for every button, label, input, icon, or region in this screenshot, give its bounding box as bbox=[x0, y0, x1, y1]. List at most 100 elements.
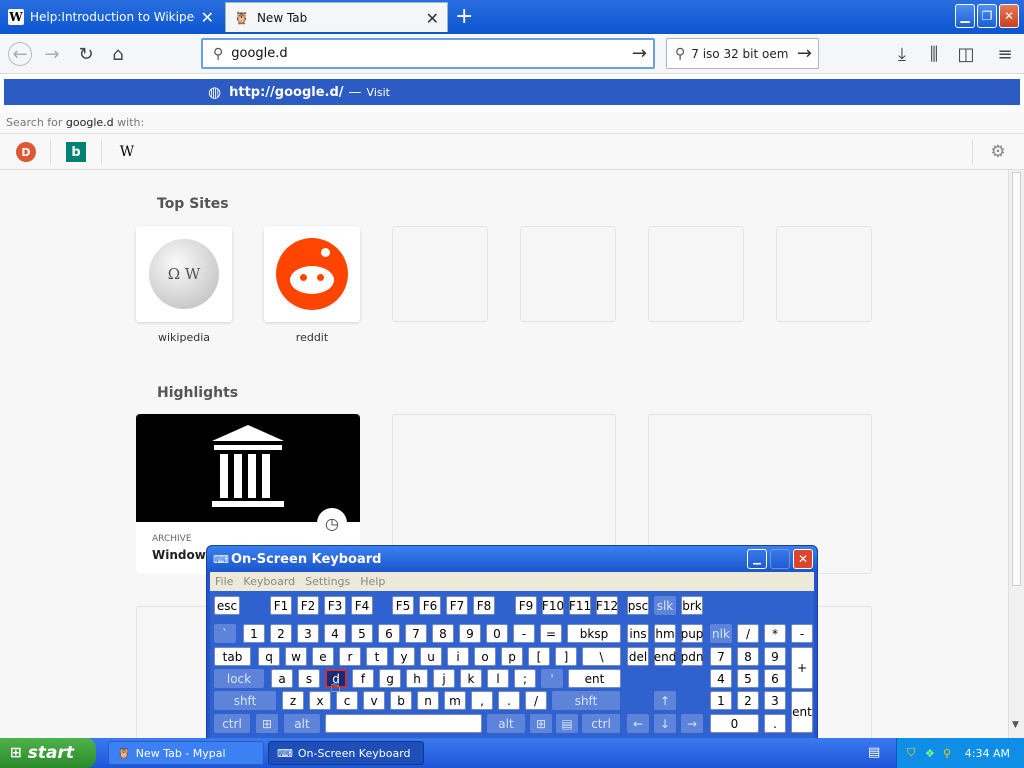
key-3[interactable]: 3 bbox=[764, 691, 786, 710]
key-`[interactable]: ` bbox=[214, 624, 236, 643]
key--[interactable]: - bbox=[791, 624, 813, 643]
key-←[interactable]: ← bbox=[627, 714, 649, 733]
key-z[interactable]: z bbox=[282, 691, 304, 710]
key-numpad-plus[interactable]: + bbox=[791, 647, 813, 689]
key-p[interactable]: p bbox=[501, 647, 523, 666]
key-hm[interactable]: hm bbox=[654, 624, 676, 643]
key-↑[interactable]: ↑ bbox=[654, 691, 676, 710]
key-5[interactable]: 5 bbox=[737, 669, 759, 688]
key-7[interactable]: 7 bbox=[710, 647, 732, 666]
url-suggestion-row[interactable]: ◍ http://google.d/ — Visit bbox=[4, 79, 1020, 105]
key-7[interactable]: 7 bbox=[405, 624, 427, 643]
key-shft[interactable]: shft bbox=[552, 691, 620, 710]
forward-icon[interactable]: → bbox=[40, 42, 64, 66]
key-end[interactable]: end bbox=[654, 647, 676, 666]
key-6[interactable]: 6 bbox=[764, 669, 786, 688]
key-n[interactable]: n bbox=[417, 691, 439, 710]
key-alt[interactable]: alt bbox=[487, 714, 525, 733]
top-site-empty[interactable] bbox=[520, 226, 616, 322]
key-F10[interactable]: F10 bbox=[542, 596, 564, 615]
key-h[interactable]: h bbox=[406, 669, 428, 688]
network-icon[interactable]: ❖ bbox=[925, 747, 935, 760]
key-F12[interactable]: F12 bbox=[596, 596, 618, 615]
top-site-reddit[interactable] bbox=[264, 226, 360, 322]
restore-icon[interactable]: ❐ bbox=[977, 4, 997, 28]
key-/[interactable]: / bbox=[737, 624, 759, 643]
key-l[interactable]: l bbox=[487, 669, 509, 688]
key-F8[interactable]: F8 bbox=[473, 596, 495, 615]
key-F5[interactable]: F5 bbox=[392, 596, 414, 615]
key-g[interactable]: g bbox=[379, 669, 401, 688]
key-⊞[interactable]: ⊞ bbox=[530, 714, 552, 733]
key-;[interactable]: ; bbox=[514, 669, 536, 688]
search-go-icon[interactable]: → bbox=[797, 43, 812, 64]
key-F11[interactable]: F11 bbox=[569, 596, 591, 615]
top-site-wikipedia[interactable]: Ω W bbox=[136, 226, 232, 322]
key-→[interactable]: → bbox=[681, 714, 703, 733]
key-bksp[interactable]: bksp bbox=[567, 624, 621, 643]
key-i[interactable]: i bbox=[447, 647, 469, 666]
key-b[interactable]: b bbox=[390, 691, 412, 710]
duckduckgo-icon[interactable]: D bbox=[16, 142, 36, 162]
top-site-empty[interactable] bbox=[648, 226, 744, 322]
key-▤[interactable]: ▤ bbox=[556, 714, 578, 733]
key-,[interactable]: , bbox=[471, 691, 493, 710]
key-[[interactable]: [ bbox=[528, 647, 550, 666]
key-.[interactable]: . bbox=[498, 691, 520, 710]
key-w[interactable]: w bbox=[285, 647, 307, 666]
key-3[interactable]: 3 bbox=[297, 624, 319, 643]
keyboard-tray-icon[interactable]: ▤ bbox=[868, 745, 880, 760]
search-input[interactable]: ⚲ 7 iso 32 bit oem → bbox=[666, 38, 819, 69]
key-nlk[interactable]: nlk bbox=[710, 624, 732, 643]
key-F2[interactable]: F2 bbox=[297, 596, 319, 615]
key-\[interactable]: \ bbox=[582, 647, 621, 666]
key--[interactable]: - bbox=[513, 624, 535, 643]
home-icon[interactable]: ⌂ bbox=[106, 42, 130, 66]
key-8[interactable]: 8 bbox=[737, 647, 759, 666]
key-F9[interactable]: F9 bbox=[515, 596, 537, 615]
search-tray-icon[interactable]: ⚲ bbox=[943, 747, 951, 760]
key-5[interactable]: 5 bbox=[351, 624, 373, 643]
osk-titlebar[interactable]: ⌨ On-Screen Keyboard ▁ ✕ bbox=[207, 546, 817, 572]
reload-icon[interactable]: ↻ bbox=[74, 42, 98, 66]
sidebar-icon[interactable]: ◫ bbox=[954, 42, 978, 66]
key-F4[interactable]: F4 bbox=[351, 596, 373, 615]
key-q[interactable]: q bbox=[258, 647, 280, 666]
key-4[interactable]: 4 bbox=[324, 624, 346, 643]
close-icon[interactable]: ✕ bbox=[426, 9, 439, 28]
start-button[interactable]: ⊞ start bbox=[0, 738, 96, 768]
key-tab[interactable]: tab bbox=[214, 647, 251, 666]
scrollbar-thumb[interactable] bbox=[1012, 172, 1021, 586]
key-alt[interactable]: alt bbox=[284, 714, 320, 733]
new-tab-plus-icon[interactable]: + bbox=[455, 4, 473, 29]
key-v[interactable]: v bbox=[363, 691, 385, 710]
key-numpad-enter[interactable]: ent bbox=[791, 691, 813, 733]
wikipedia-search-icon[interactable]: W bbox=[117, 142, 137, 162]
gear-icon[interactable]: ⚙ bbox=[988, 142, 1008, 162]
key-y[interactable]: y bbox=[393, 647, 415, 666]
back-icon[interactable]: ← bbox=[8, 42, 32, 66]
key-shft[interactable]: shft bbox=[214, 691, 276, 710]
key-1[interactable]: 1 bbox=[710, 691, 732, 710]
close-icon[interactable]: ✕ bbox=[793, 549, 813, 569]
key-esc[interactable]: esc bbox=[214, 596, 240, 615]
key-9[interactable]: 9 bbox=[764, 647, 786, 666]
key-a[interactable]: a bbox=[271, 669, 293, 688]
key-slk[interactable]: slk bbox=[654, 596, 676, 615]
close-icon[interactable]: ✕ bbox=[201, 8, 214, 27]
key-pdn[interactable]: pdn bbox=[681, 647, 703, 666]
security-shield-icon[interactable]: ⛉ bbox=[907, 746, 915, 760]
key-k[interactable]: k bbox=[460, 669, 482, 688]
key-ins[interactable]: ins bbox=[627, 624, 649, 643]
key-2[interactable]: 2 bbox=[270, 624, 292, 643]
menu-settings[interactable]: Settings bbox=[305, 575, 350, 588]
key-F6[interactable]: F6 bbox=[419, 596, 441, 615]
key-o[interactable]: o bbox=[474, 647, 496, 666]
minimize-icon[interactable]: ▁ bbox=[747, 549, 767, 569]
key-f[interactable]: f bbox=[352, 669, 374, 688]
tab-wikipedia[interactable]: W Help:Introduction to Wikipedia - W ✕ bbox=[0, 2, 222, 32]
key-F7[interactable]: F7 bbox=[446, 596, 468, 615]
key-F1[interactable]: F1 bbox=[270, 596, 292, 615]
taskbar-item-mypal[interactable]: 🦉 New Tab - Mypal bbox=[108, 741, 264, 765]
menu-help[interactable]: Help bbox=[360, 575, 385, 588]
